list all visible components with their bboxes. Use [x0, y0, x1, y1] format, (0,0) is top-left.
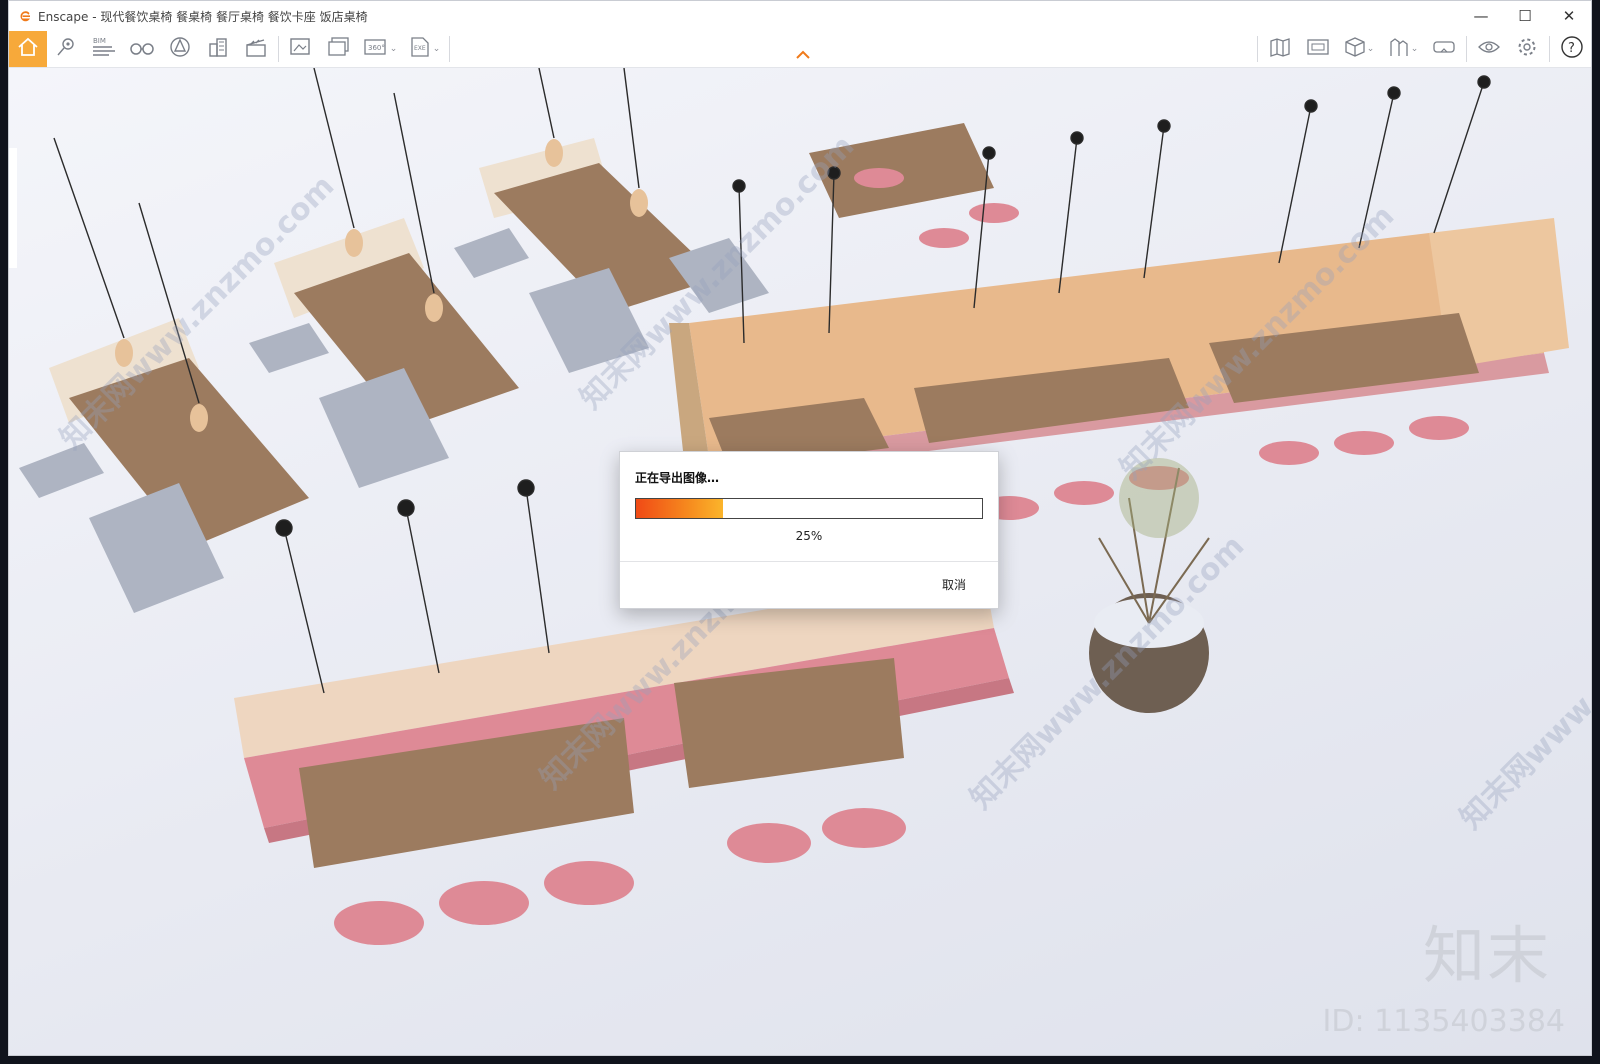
screenshot-icon [289, 36, 313, 62]
chevron-down-icon[interactable]: ⌄ [1411, 44, 1419, 54]
chevron-down-icon[interactable]: ⌄ [390, 44, 398, 54]
progress-percent-label: 25% [795, 529, 823, 543]
orthographic-button[interactable] [1299, 31, 1337, 67]
binoculars-icon [129, 38, 155, 60]
clapperboard-icon [245, 36, 267, 62]
settings-button[interactable] [1508, 31, 1546, 67]
minimize-button[interactable]: — [1459, 1, 1503, 31]
close-button[interactable]: ✕ [1547, 1, 1591, 31]
collapse-toolbar-chevron-icon[interactable] [795, 49, 811, 61]
home-icon [17, 37, 39, 61]
settings-gear-icon [1516, 36, 1538, 62]
visual-settings-eye-icon [1477, 37, 1501, 61]
export-exe-icon: EXE [408, 36, 432, 62]
bim-button[interactable]: BIM [85, 31, 123, 67]
title-bar[interactable]: Enscape - 现代餐饮桌椅 餐桌椅 餐厅桌椅 餐饮卡座 饭店桌椅 — ☐ … [9, 1, 1591, 31]
orthographic-view-icon [1306, 36, 1330, 62]
vr-headset-button[interactable] [1425, 31, 1463, 67]
buildings-icon [207, 36, 229, 62]
chevron-down-icon[interactable]: ⌄ [433, 44, 441, 54]
cube-view-button[interactable]: ⌄ [1337, 31, 1381, 67]
view-management-icon [1388, 36, 1410, 62]
panorama-button[interactable]: 360° ⌄ [358, 31, 402, 67]
enscape-window: Enscape - 现代餐饮桌椅 餐桌椅 餐厅桌椅 餐饮卡座 饭店桌椅 — ☐ … [8, 0, 1592, 1056]
map-icon [1269, 36, 1291, 62]
help-button[interactable]: ? [1553, 31, 1591, 67]
screenshot-button[interactable] [282, 31, 320, 67]
dialog-divider [620, 561, 998, 562]
cube-view-icon [1344, 36, 1366, 62]
window-title: Enscape - 现代餐饮桌椅 餐桌椅 餐厅桌椅 餐饮卡座 饭店桌椅 [38, 9, 368, 24]
buildings-button[interactable] [199, 31, 237, 67]
left-edge-strip [9, 148, 17, 268]
toolbar-separator [1549, 36, 1550, 62]
toolbar-separator [1257, 36, 1258, 62]
model-id-label: ID: 1135403384 [1322, 1004, 1565, 1039]
svg-text:BIM: BIM [93, 37, 106, 45]
home-button[interactable] [9, 31, 47, 67]
location-button[interactable] [47, 31, 85, 67]
view-management-button[interactable]: ⌄ [1381, 31, 1425, 67]
batch-render-icon [327, 36, 351, 62]
export-progress-bar [635, 498, 983, 519]
dialog-title: 正在导出图像… [635, 471, 720, 485]
panorama-360-icon: 360° [363, 36, 389, 62]
asset-library-button[interactable] [161, 31, 199, 67]
location-pin-icon [55, 36, 77, 62]
brand-logo-text: 知末 [1422, 919, 1551, 992]
help-icon: ? [1560, 35, 1584, 63]
svg-text:?: ? [1568, 41, 1575, 56]
maximize-button[interactable]: ☐ [1503, 1, 1547, 31]
toolbar-separator [449, 36, 450, 62]
progress-bar-fill [636, 499, 723, 518]
video-editor-button[interactable] [237, 31, 275, 67]
map-button[interactable] [1261, 31, 1299, 67]
chevron-down-icon[interactable]: ⌄ [1367, 44, 1375, 54]
vr-headset-icon [1432, 36, 1456, 62]
enscape-logo-icon [18, 9, 32, 23]
toolbar-separator [1466, 36, 1467, 62]
asset-library-icon [169, 36, 191, 62]
svg-text:EXE: EXE [414, 45, 426, 52]
export-progress-dialog: 正在导出图像… 25% 取消 [619, 451, 999, 609]
toolbar-separator [278, 36, 279, 62]
binoculars-button[interactable] [123, 31, 161, 67]
batch-render-button[interactable] [320, 31, 358, 67]
bim-icon: BIM [92, 36, 116, 62]
cancel-button[interactable]: 取消 [942, 576, 966, 593]
svg-text:360°: 360° [368, 44, 385, 52]
export-exe-button[interactable]: EXE ⌄ [402, 31, 446, 67]
visual-settings-button[interactable] [1470, 31, 1508, 67]
